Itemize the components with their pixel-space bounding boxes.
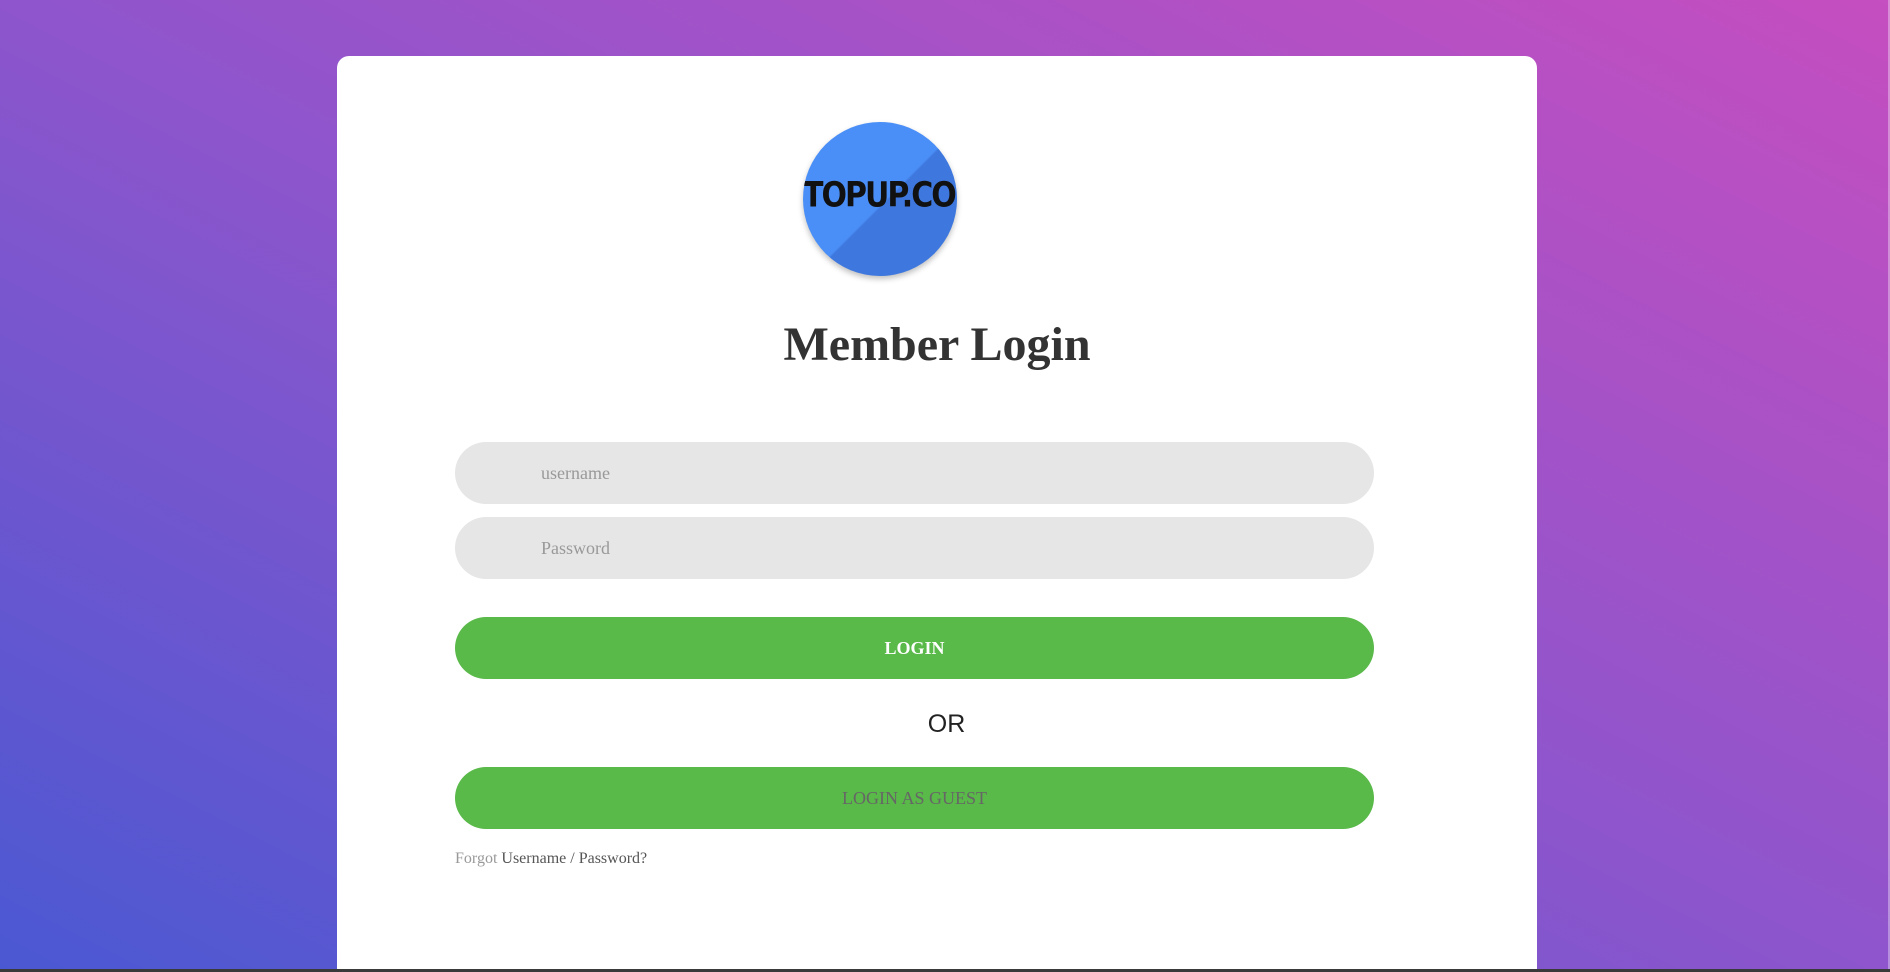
login-as-guest-button[interactable]: LOGIN AS GUEST — [455, 767, 1374, 829]
logo-text: TOPUP.COM — [803, 175, 957, 216]
login-card: TOPUP.COM Member Login LOGIN OR LOGIN AS… — [337, 56, 1537, 972]
username-input[interactable] — [455, 442, 1374, 504]
or-divider: OR — [927, 710, 966, 738]
login-button[interactable]: LOGIN — [455, 617, 1374, 679]
forgot-credentials-link[interactable]: Username / Password? — [501, 850, 647, 867]
brand-logo: TOPUP.COM — [803, 122, 957, 276]
forgot-prefix: Forgot — [455, 850, 498, 867]
password-input[interactable] — [455, 517, 1374, 579]
forgot-credentials: Forgot Username / Password? — [455, 850, 647, 868]
page-title: Member Login — [783, 318, 1091, 371]
